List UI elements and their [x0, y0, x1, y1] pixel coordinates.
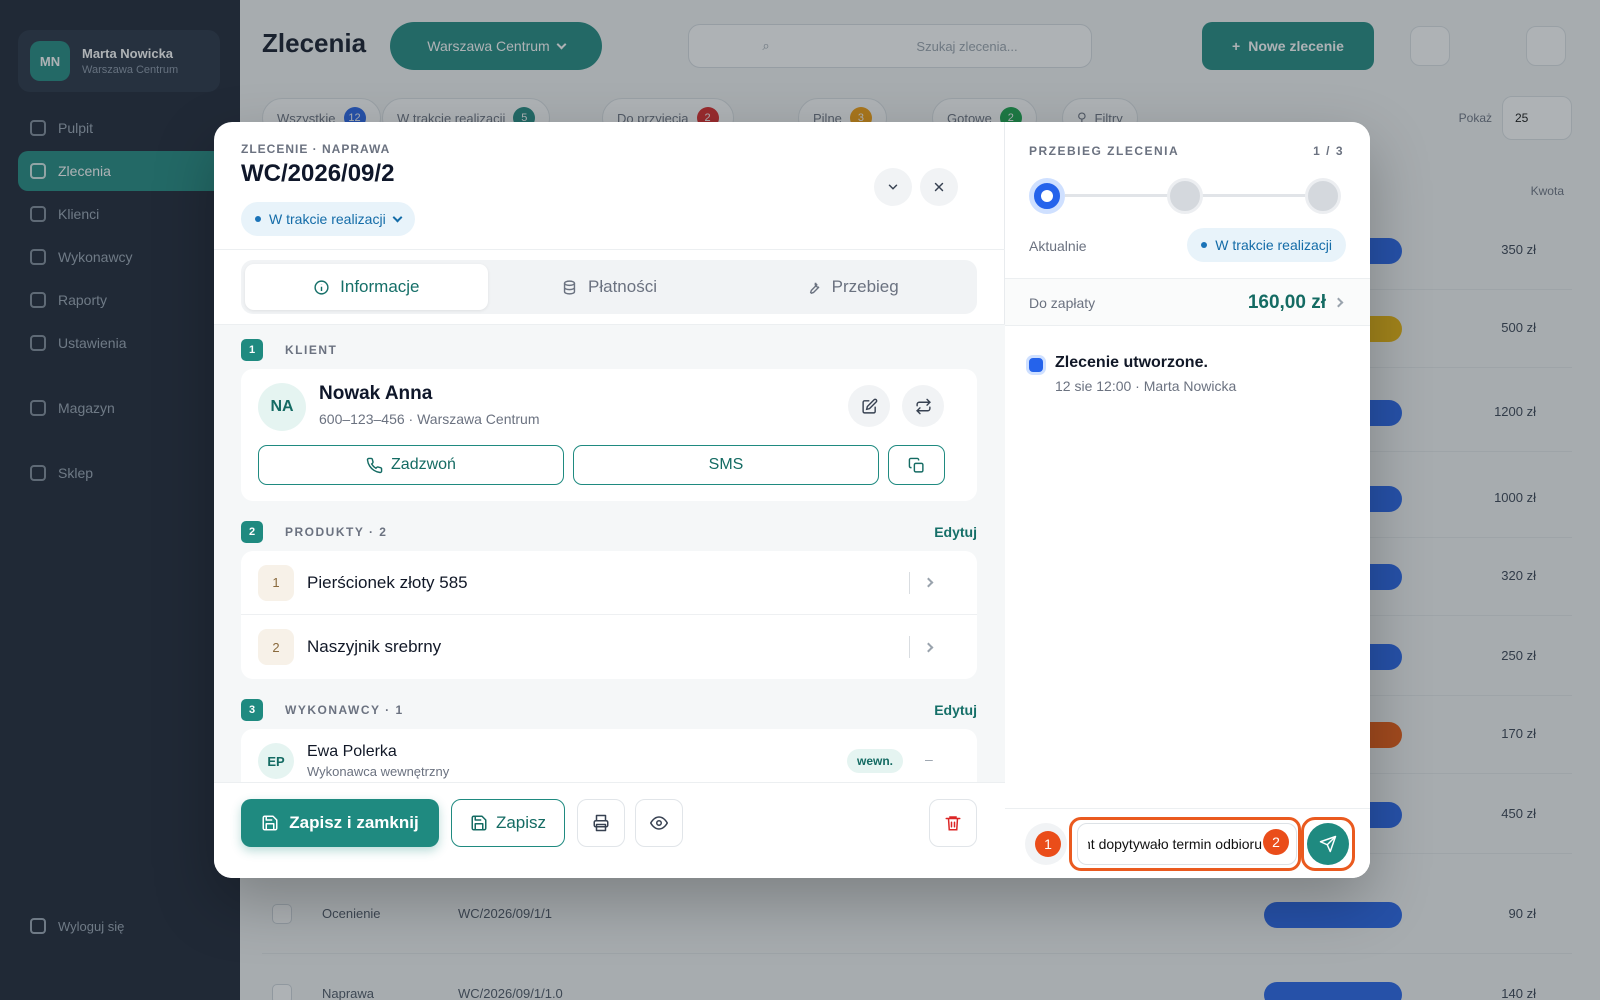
save-icon	[471, 815, 487, 831]
modal-body: 1 KLIENT NA Nowak Anna 600–123–456 · War…	[214, 324, 1005, 800]
progress-count: 1 / 3	[1313, 144, 1344, 158]
chevron-right-icon	[1333, 297, 1344, 308]
timeline-dot-icon	[1026, 355, 1046, 375]
save-and-close-button[interactable]: Zapisz i zamknij	[241, 799, 439, 847]
current-status-badge: W trakcie realizacji	[1187, 228, 1346, 262]
status-dropdown[interactable]: W trakcie realizacji	[241, 202, 415, 236]
section-number: 2	[241, 521, 263, 543]
close-icon	[934, 182, 944, 192]
client-details: 600–123–456 · Warszawa Centrum	[319, 411, 540, 427]
print-button[interactable]	[577, 799, 625, 847]
client-name: Nowak Anna	[319, 383, 433, 404]
wrench-icon	[809, 282, 820, 294]
step-marker: 1	[1035, 831, 1061, 857]
printer-icon	[593, 814, 609, 832]
trash-icon	[945, 816, 961, 831]
chevron-right-icon	[923, 577, 934, 588]
amount-due-label: Do zapłaty	[1029, 295, 1096, 311]
chevron-down-icon	[888, 184, 898, 190]
products-card: 1 Pierścionek złoty 585 2 Naszyjnik sreb…	[241, 551, 977, 679]
product-number: 1	[258, 564, 294, 601]
client-avatar: NA	[258, 383, 306, 431]
order-number: WC/2026/09/2	[241, 160, 395, 187]
copy-button[interactable]	[888, 445, 945, 485]
info-icon	[314, 279, 329, 295]
close-button[interactable]	[920, 168, 958, 206]
edit-icon	[861, 398, 877, 414]
product-number: 2	[258, 629, 294, 665]
list-item[interactable]: 1 Pierścionek złoty 585	[241, 551, 977, 615]
copy-icon	[908, 457, 924, 473]
order-modal: ZLECENIE · NAPRAWA WC/2026/09/2 W trakci…	[214, 122, 1370, 878]
chevron-down-icon	[392, 212, 403, 222]
progress-panel: PRZEBIEG ZLECENIA 1 / 3 Aktualnie W trak…	[1005, 122, 1370, 878]
collapse-button[interactable]	[874, 168, 912, 206]
status-dot-icon	[1201, 242, 1208, 248]
edit-contractors-link[interactable]: Edytuj	[934, 702, 977, 718]
section-number: 3	[241, 699, 263, 721]
send-icon	[1319, 835, 1337, 853]
step-1[interactable]	[1029, 178, 1065, 214]
contractor-value: –	[925, 751, 933, 767]
section-title: KLIENT	[285, 343, 338, 357]
contractor-type-badge: wewn.	[847, 749, 904, 773]
message-composer: 1 2	[1005, 808, 1370, 878]
tab-przebieg[interactable]: Przebieg	[730, 264, 973, 310]
edit-products-link[interactable]: Edytuj	[934, 524, 977, 540]
section-number: 1	[241, 339, 263, 361]
chevron-right-icon	[923, 642, 934, 652]
contractor-role: Wykonawca wewnętrzny	[307, 764, 450, 779]
modal-footer: Zapisz i zamknij Zapisz	[214, 782, 1005, 878]
delete-button[interactable]	[929, 799, 977, 847]
timeline-event-title: Zlecenie utworzone.	[1055, 354, 1208, 371]
save-icon	[262, 815, 278, 831]
call-button[interactable]: Zadzwoń	[258, 445, 564, 485]
amount-due-row[interactable]: Do zapłaty 160,00 zł	[1005, 278, 1370, 326]
change-client-button[interactable]	[902, 385, 944, 427]
tab-informacje[interactable]: Informacje	[245, 264, 488, 310]
preview-button[interactable]	[635, 799, 683, 847]
step-3[interactable]	[1305, 178, 1341, 214]
contractor-name: Ewa Polerka	[307, 743, 397, 760]
product-name: Naszyjnik srebrny	[307, 637, 442, 656]
coins-icon	[563, 279, 576, 295]
send-button[interactable]	[1307, 823, 1349, 865]
phone-icon	[366, 457, 383, 473]
section-header-products: 2 PRODUKTY · 2 Edytuj	[241, 521, 977, 543]
timeline-event-meta: 12 sie 12:00 · Marta Nowicka	[1055, 378, 1237, 394]
section-header-client: 1 KLIENT	[241, 339, 977, 361]
progress-title: PRZEBIEG ZLECENIA	[1029, 144, 1180, 158]
order-type-label: ZLECENIE · NAPRAWA	[241, 142, 391, 156]
step-marker: 2	[1263, 829, 1289, 855]
step-2[interactable]	[1167, 178, 1203, 214]
save-button[interactable]: Zapisz	[451, 799, 565, 847]
tab-bar: Informacje Płatności Przebieg	[241, 260, 977, 314]
list-item[interactable]: 2 Naszyjnik srebrny	[241, 615, 977, 679]
section-title: WYKONAWCY · 1	[285, 703, 404, 717]
current-label: Aktualnie	[1029, 238, 1087, 254]
eye-icon	[650, 816, 668, 830]
amount-due-value: 160,00 zł	[1247, 292, 1326, 313]
status-dot-icon	[255, 216, 261, 222]
contractor-avatar: EP	[258, 743, 294, 779]
section-title: PRODUKTY · 2	[285, 525, 388, 539]
order-details-panel: ZLECENIE · NAPRAWA WC/2026/09/2 W trakci…	[214, 122, 1005, 878]
swap-icon	[915, 398, 931, 414]
edit-client-button[interactable]	[848, 385, 890, 427]
client-card: NA Nowak Anna 600–123–456 · Warszawa Cen…	[241, 369, 977, 501]
section-header-contractors: 3 WYKONAWCY · 1 Edytuj	[241, 699, 977, 721]
tab-platnosci[interactable]: Płatności	[488, 264, 731, 310]
sms-button[interactable]: SMS	[573, 445, 879, 485]
progress-stepper	[1029, 176, 1345, 216]
modal-header: ZLECENIE · NAPRAWA WC/2026/09/2 W trakci…	[214, 122, 1005, 250]
product-name: Pierścionek złoty 585	[307, 572, 468, 592]
